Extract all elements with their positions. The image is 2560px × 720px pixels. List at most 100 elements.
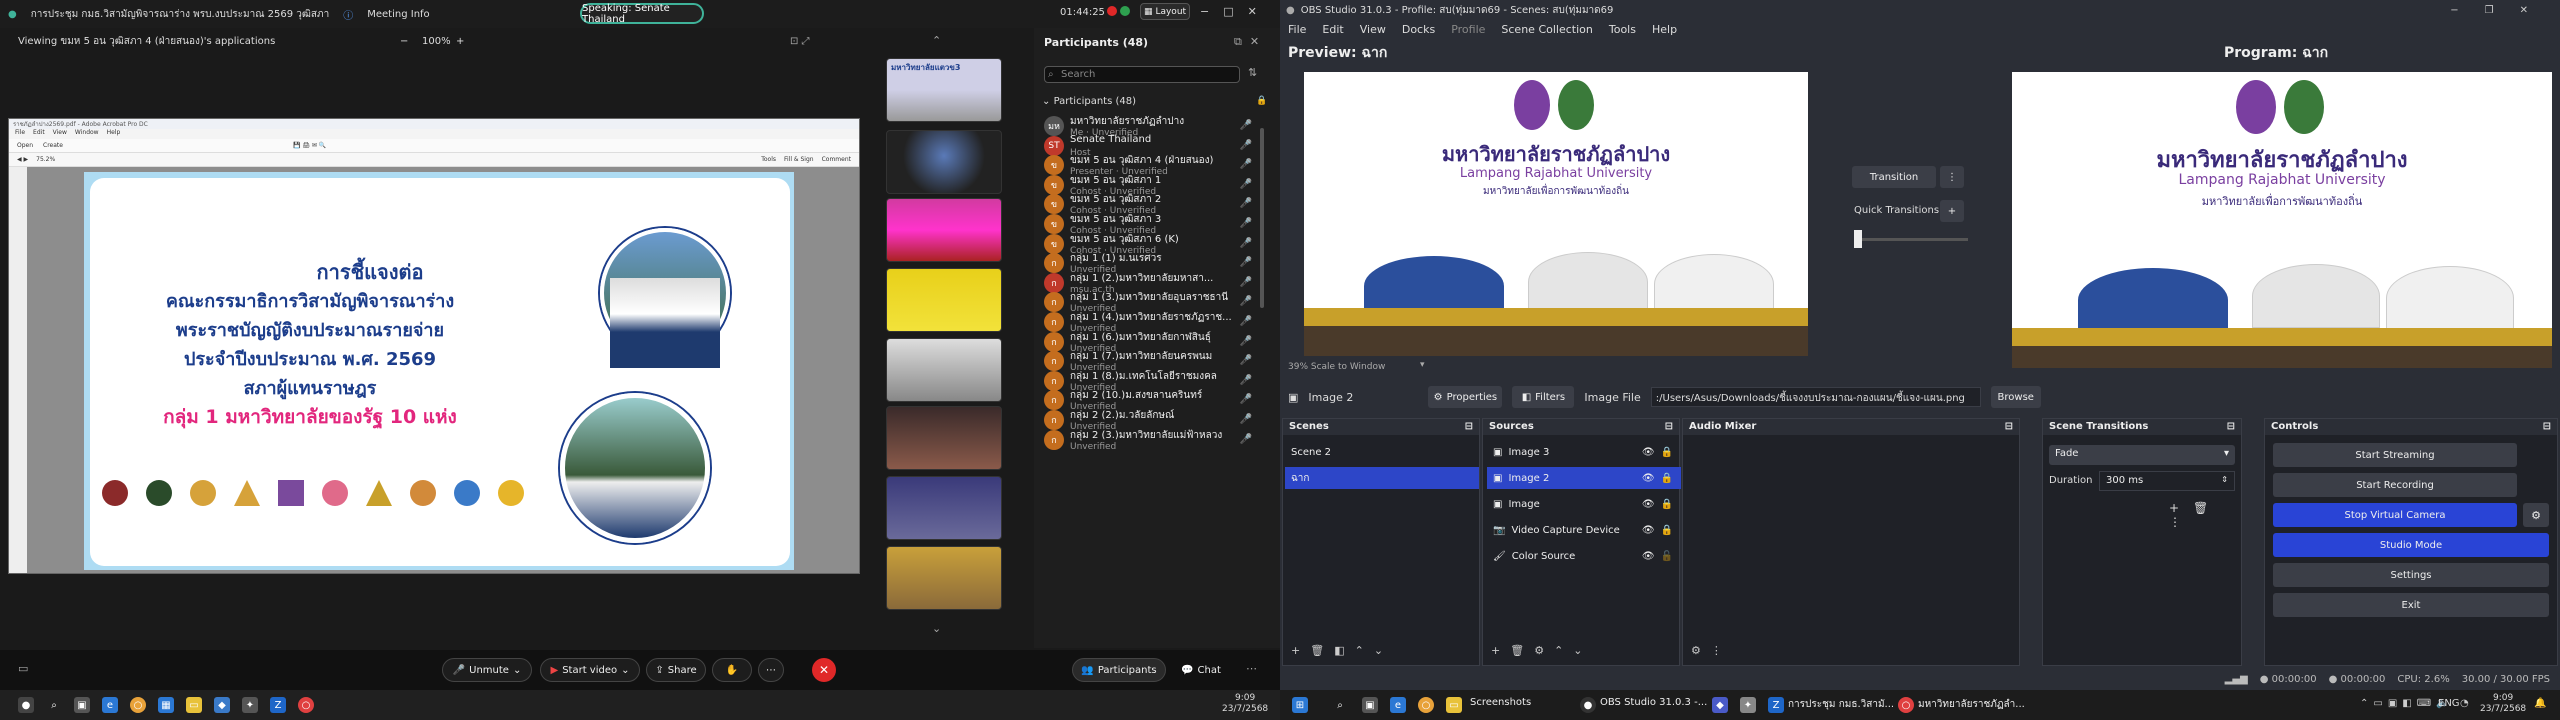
fill-sign-tab[interactable]: Fill & Sign — [784, 156, 814, 163]
panel-controls[interactable]: ⧉✕ — [1234, 35, 1267, 49]
preview-scale[interactable]: 39% Scale to Window — [1288, 362, 1385, 372]
eye-icon[interactable]: 👁 — [1642, 551, 1655, 562]
source-item-selected[interactable]: ▣ Image 2 👁 🔒 — [1487, 467, 1681, 489]
leave-button[interactable]: ✕ — [812, 658, 836, 682]
move-down-icon[interactable]: ⌄ — [1374, 644, 1383, 657]
taskbar-item-chrome[interactable]: มหาวิทยาลัยราชภัฏลำ... — [1918, 697, 2025, 712]
add-quick-transition-button[interactable]: + — [1940, 200, 1964, 222]
obs-menu-scene-collection[interactable]: Scene Collection — [1501, 23, 1592, 36]
transition-actions[interactable]: +🗑⋮ — [2169, 501, 2241, 529]
unmute-button[interactable]: 🎤 Unmute ⌄ — [442, 658, 532, 682]
explorer-icon[interactable]: ▭ — [1446, 697, 1462, 713]
scene-item[interactable]: Scene 2 — [1285, 441, 1479, 463]
menu-file[interactable]: File — [15, 129, 25, 139]
lock-icon[interactable]: 🔒 — [1661, 447, 1673, 458]
menu-edit[interactable]: Edit — [33, 129, 45, 139]
add-icon[interactable]: + — [1491, 644, 1500, 657]
obs-menu-edit[interactable]: Edit — [1322, 23, 1343, 36]
transition-button[interactable]: Transition — [1852, 166, 1936, 188]
gear-icon[interactable]: ⚙ — [1534, 644, 1544, 657]
obs-menu-help[interactable]: Help — [1652, 23, 1677, 36]
obs-menu-file[interactable]: File — [1288, 23, 1306, 36]
transition-select[interactable]: Fade ▾ — [2049, 445, 2235, 465]
video-tile-2[interactable] — [886, 130, 1002, 194]
scroll-up-icon[interactable]: ⌃ — [932, 34, 941, 47]
eye-icon[interactable]: 👁 — [1642, 473, 1655, 484]
video-tile-4[interactable] — [886, 268, 1002, 332]
dock-undock-icon[interactable]: ⊟ — [2543, 421, 2551, 432]
search-icon[interactable]: ⌕ — [1332, 697, 1348, 713]
settings-button[interactable]: Settings — [2273, 563, 2549, 587]
scale-dropdown-icon[interactable]: ▾ — [1420, 360, 1425, 370]
dock-undock-icon[interactable]: ⊟ — [2227, 421, 2235, 432]
scroll-down-icon[interactable]: ⌄ — [932, 622, 941, 635]
zoom-icon[interactable]: Z — [1768, 697, 1784, 713]
studio-mode-button[interactable]: Studio Mode — [2273, 533, 2549, 557]
video-tile-7[interactable] — [886, 476, 1002, 540]
record-icon[interactable] — [1107, 6, 1117, 16]
zoom-taskbar-icon[interactable]: Z — [270, 697, 286, 713]
chrome-icon[interactable]: ○ — [1418, 697, 1434, 713]
task-view-icon[interactable]: ▣ — [1362, 697, 1378, 713]
chat-button[interactable]: 💬 Chat — [1176, 658, 1226, 682]
remove-icon[interactable]: 🗑 — [1310, 644, 1324, 657]
video-tile-3[interactable] — [886, 198, 1002, 262]
photos-icon[interactable]: ▦ — [158, 697, 174, 713]
filter-icon[interactable]: ◧ — [1334, 644, 1344, 657]
remove-icon[interactable]: 🗑 — [1510, 644, 1524, 657]
exit-button[interactable]: Exit — [2273, 593, 2549, 617]
gear-icon[interactable]: ⚙ — [1691, 644, 1701, 657]
comment-tab[interactable]: Comment — [822, 156, 851, 163]
language-indicator[interactable]: ENG — [2438, 698, 2460, 709]
right-clock[interactable]: 9:09 23/7/2568 — [2480, 693, 2526, 715]
open-button[interactable]: Open — [17, 142, 33, 149]
reactions-button[interactable]: ✋ — [712, 658, 752, 682]
search-icon[interactable]: ⌕ — [46, 697, 62, 713]
obs-menu-profile[interactable]: Profile — [1451, 23, 1485, 36]
chrome-icon[interactable]: ○ — [130, 697, 146, 713]
info-icon[interactable]: ⓘ — [343, 7, 353, 22]
meeting-info-link[interactable]: Meeting Info — [367, 9, 429, 20]
move-down-icon[interactable]: ⌄ — [1573, 644, 1582, 657]
participants-search[interactable]: ⌕ Search — [1044, 66, 1240, 83]
zoom-in-button[interactable]: + — [456, 36, 464, 47]
app-icon-2[interactable]: ✦ — [1740, 697, 1756, 713]
transition-menu-button[interactable]: ⋮ — [1940, 166, 1964, 188]
image-file-field[interactable]: :/Users/Asus/Downloads/ชี้แจงงบประมาณ-กอ… — [1650, 387, 1981, 407]
video-tile-5[interactable] — [886, 338, 1002, 402]
sort-icon[interactable]: ⇅ — [1248, 66, 1257, 79]
tools-tab[interactable]: Tools — [761, 156, 776, 163]
more-options-icon[interactable]: ⋯ — [1246, 662, 1257, 675]
obs-taskbar-icon[interactable]: ● — [18, 697, 34, 713]
lock-icon[interactable]: 🔒 — [1661, 473, 1673, 484]
source-item[interactable]: 📷 Video Capture Device 👁 🔒 — [1487, 519, 1681, 541]
dock-undock-icon[interactable]: ⊟ — [1465, 421, 1473, 432]
start-recording-button[interactable]: Start Recording — [2273, 473, 2517, 497]
chrome-taskbar-icon[interactable]: ○ — [298, 697, 314, 713]
source-item[interactable]: 🖌 Color Source 👁 🔓 — [1487, 545, 1681, 567]
save-icon[interactable]: 💾 🖨 ✉ 🔍 — [293, 142, 326, 149]
browse-button[interactable]: Browse — [1990, 386, 2041, 408]
page-nav-icon[interactable]: ◀ ▶ — [17, 156, 28, 163]
video-tile-6[interactable] — [886, 406, 1002, 470]
share-button[interactable]: ⇪ Share — [646, 658, 706, 682]
lock-icon[interactable]: 🔒 — [1661, 499, 1673, 510]
start-icon[interactable]: ⊞ — [1292, 697, 1308, 713]
scene-item-selected[interactable]: ฉาก — [1285, 467, 1479, 489]
add-icon[interactable]: + — [1291, 644, 1300, 657]
eye-icon[interactable]: 👁 — [1642, 525, 1655, 536]
participants-group[interactable]: ⌄ Participants (48) — [1042, 96, 1136, 107]
obs-menu-docks[interactable]: Docks — [1402, 23, 1435, 36]
task-view-icon[interactable]: ▣ — [74, 697, 90, 713]
obs-icon[interactable]: ● — [1580, 697, 1596, 713]
preview-canvas[interactable]: มหาวิทยาลัยราชภัฏลำปาง Lampang Rajabhat … — [1304, 72, 1808, 356]
captions-icon[interactable]: ▭ — [18, 662, 28, 675]
spinner-icon[interactable]: ⇕ — [2221, 475, 2228, 484]
menu-window[interactable]: Window — [75, 129, 99, 139]
t-bar-handle[interactable] — [1854, 230, 1862, 248]
start-streaming-button[interactable]: Start Streaming — [2273, 443, 2517, 467]
notification-icon[interactable]: 🔔 — [2534, 698, 2546, 709]
source-item[interactable]: ▣ Image 3 👁 🔒 — [1487, 441, 1681, 463]
acrobat-zoom[interactable]: 75.2% — [36, 156, 55, 163]
participants-button[interactable]: 👥 Participants — [1072, 658, 1166, 682]
